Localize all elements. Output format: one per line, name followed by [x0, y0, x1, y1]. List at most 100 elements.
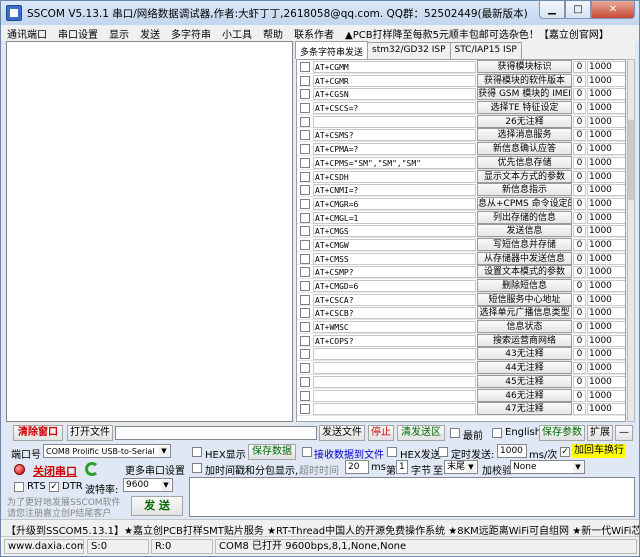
row-hex-checkbox[interactable]	[300, 308, 310, 319]
receive-area[interactable]	[6, 41, 293, 422]
menu-serial-settings[interactable]: 串口设置	[52, 25, 103, 41]
order-input[interactable]: 0	[573, 129, 586, 142]
send-string-button[interactable]: 列出存储的信息	[477, 210, 572, 224]
delay-input[interactable]: 1000	[587, 88, 625, 101]
save-data-button[interactable]: 保存数据	[248, 444, 296, 460]
delay-input[interactable]: 1000	[587, 266, 625, 279]
row-hex-checkbox[interactable]	[300, 116, 310, 127]
order-input[interactable]: 0	[573, 389, 586, 402]
delay-input[interactable]: 1000	[587, 280, 625, 292]
command-input[interactable]: AT+CSCS=?	[313, 102, 476, 115]
delay-input[interactable]: 1000	[587, 225, 625, 238]
delay-input[interactable]: 1000	[587, 143, 625, 156]
delay-input[interactable]: 1000	[587, 74, 625, 87]
delay-input[interactable]: 1000	[587, 184, 625, 197]
send-string-button[interactable]: 发送信息	[477, 224, 572, 238]
order-input[interactable]: 0	[573, 362, 586, 375]
order-input[interactable]: 0	[573, 280, 586, 292]
close-button[interactable]: ✕	[591, 1, 635, 19]
command-input[interactable]: AT+WMSC	[313, 321, 476, 334]
row-hex-checkbox[interactable]	[300, 103, 310, 114]
command-input[interactable]: AT+CMGL=1	[313, 211, 476, 224]
command-input[interactable]	[313, 403, 476, 416]
send-string-button[interactable]: 选择TE 特征设定	[477, 101, 572, 115]
order-input[interactable]: 0	[573, 143, 586, 156]
english-checkbox[interactable]	[492, 428, 502, 438]
send-string-button[interactable]: 获得模块标识	[477, 60, 572, 73]
order-input[interactable]: 0	[573, 102, 586, 115]
send-string-button[interactable]: 信息状态	[477, 320, 572, 334]
tab-stm32-isp[interactable]: stm32/GD32 ISP	[367, 42, 451, 59]
append-crlf-checkbox[interactable]: ✓	[560, 447, 570, 457]
refresh-icon[interactable]	[85, 462, 99, 476]
byte-to-select[interactable]: 末尾 ▼	[444, 460, 478, 474]
row-hex-checkbox[interactable]	[300, 363, 310, 374]
website-link[interactable]: www.daxia.com	[4, 539, 84, 554]
send-string-button[interactable]: 写短信息并存储	[477, 237, 572, 251]
order-input[interactable]: 0	[573, 170, 586, 183]
string-list-scrollbar[interactable]	[627, 59, 635, 422]
tab-stc-isp[interactable]: STC/IAP15 ISP	[449, 42, 522, 59]
command-input[interactable]: AT+CPMS="SM","SM","SM"	[313, 156, 476, 169]
delay-input[interactable]: 1000	[587, 115, 625, 128]
command-input[interactable]: AT+CSMP?	[313, 266, 476, 279]
order-input[interactable]: 0	[573, 307, 586, 320]
on-top-checkbox[interactable]	[450, 428, 460, 438]
checksum-select[interactable]: None ▼	[510, 460, 585, 474]
send-string-button[interactable]: 显示文本方式的参数	[477, 169, 572, 183]
row-hex-checkbox[interactable]	[300, 226, 310, 237]
delay-input[interactable]: 1000	[587, 334, 625, 347]
command-input[interactable]: AT+CSCA?	[313, 293, 476, 306]
send-string-button[interactable]: 45无注释	[477, 374, 572, 388]
delay-input[interactable]: 1000	[587, 403, 625, 416]
order-input[interactable]: 0	[573, 197, 586, 210]
baud-select[interactable]: 9600 ▼	[123, 478, 173, 492]
order-input[interactable]: 0	[573, 252, 586, 265]
send-string-button[interactable]: 选择单元广播信息类型	[477, 306, 572, 320]
delay-input[interactable]: 1000	[587, 197, 625, 210]
menu-multi-string[interactable]: 多字符串	[165, 25, 216, 41]
command-input[interactable]: AT+CGSN	[313, 88, 476, 101]
order-input[interactable]: 0	[573, 403, 586, 416]
order-input[interactable]: 0	[573, 115, 586, 128]
clear-window-button[interactable]: 清除窗口	[13, 425, 63, 441]
row-hex-checkbox[interactable]	[300, 171, 310, 182]
row-hex-checkbox[interactable]	[300, 335, 310, 346]
hex-display-checkbox[interactable]	[192, 447, 202, 457]
row-hex-checkbox[interactable]	[300, 198, 310, 209]
order-input[interactable]: 0	[573, 293, 586, 306]
row-hex-checkbox[interactable]	[300, 390, 310, 401]
order-input[interactable]: 0	[573, 266, 586, 279]
send-string-button[interactable]: 从存储器中发送信息	[477, 251, 572, 265]
delay-input[interactable]: 1000	[587, 293, 625, 306]
order-input[interactable]: 0	[573, 348, 586, 361]
command-input[interactable]: AT+CSDH	[313, 170, 476, 183]
command-input[interactable]: AT+CSCB?	[313, 307, 476, 320]
menu-port[interactable]: 通讯端口	[1, 25, 52, 41]
menu-contact[interactable]: 联系作者	[288, 25, 339, 41]
interval-input[interactable]: 1000	[497, 444, 527, 458]
hex-send-checkbox[interactable]	[387, 447, 397, 457]
send-input[interactable]	[189, 477, 635, 517]
row-hex-checkbox[interactable]	[300, 404, 310, 415]
order-input[interactable]: 0	[573, 88, 586, 101]
send-string-button[interactable]: 搜索运营商网络	[477, 333, 572, 347]
order-input[interactable]: 0	[573, 334, 586, 347]
order-input[interactable]: 0	[573, 211, 586, 224]
menu-tools[interactable]: 小工具	[216, 25, 257, 41]
row-hex-checkbox[interactable]	[300, 281, 310, 291]
recv-to-file-label[interactable]: 接收数据到文件	[314, 446, 384, 461]
delay-input[interactable]: 1000	[587, 156, 625, 169]
command-input[interactable]: AT+CSMS?	[313, 129, 476, 142]
delay-input[interactable]: 1000	[587, 348, 625, 361]
recv-to-file-checkbox[interactable]	[302, 447, 312, 457]
row-hex-checkbox[interactable]	[300, 185, 310, 196]
file-path-input[interactable]	[115, 426, 317, 440]
command-input[interactable]: AT+CMSS	[313, 252, 476, 265]
save-params-button[interactable]: 保存参数	[539, 425, 585, 441]
send-string-button[interactable]: 选择消息服务	[477, 128, 572, 142]
send-string-button[interactable]: 获得 GSM 模块的 IMEI	[477, 87, 572, 101]
command-input[interactable]: AT+CPMA=?	[313, 143, 476, 156]
command-input[interactable]	[313, 348, 476, 361]
send-string-button[interactable]: 43无注释	[477, 347, 572, 361]
